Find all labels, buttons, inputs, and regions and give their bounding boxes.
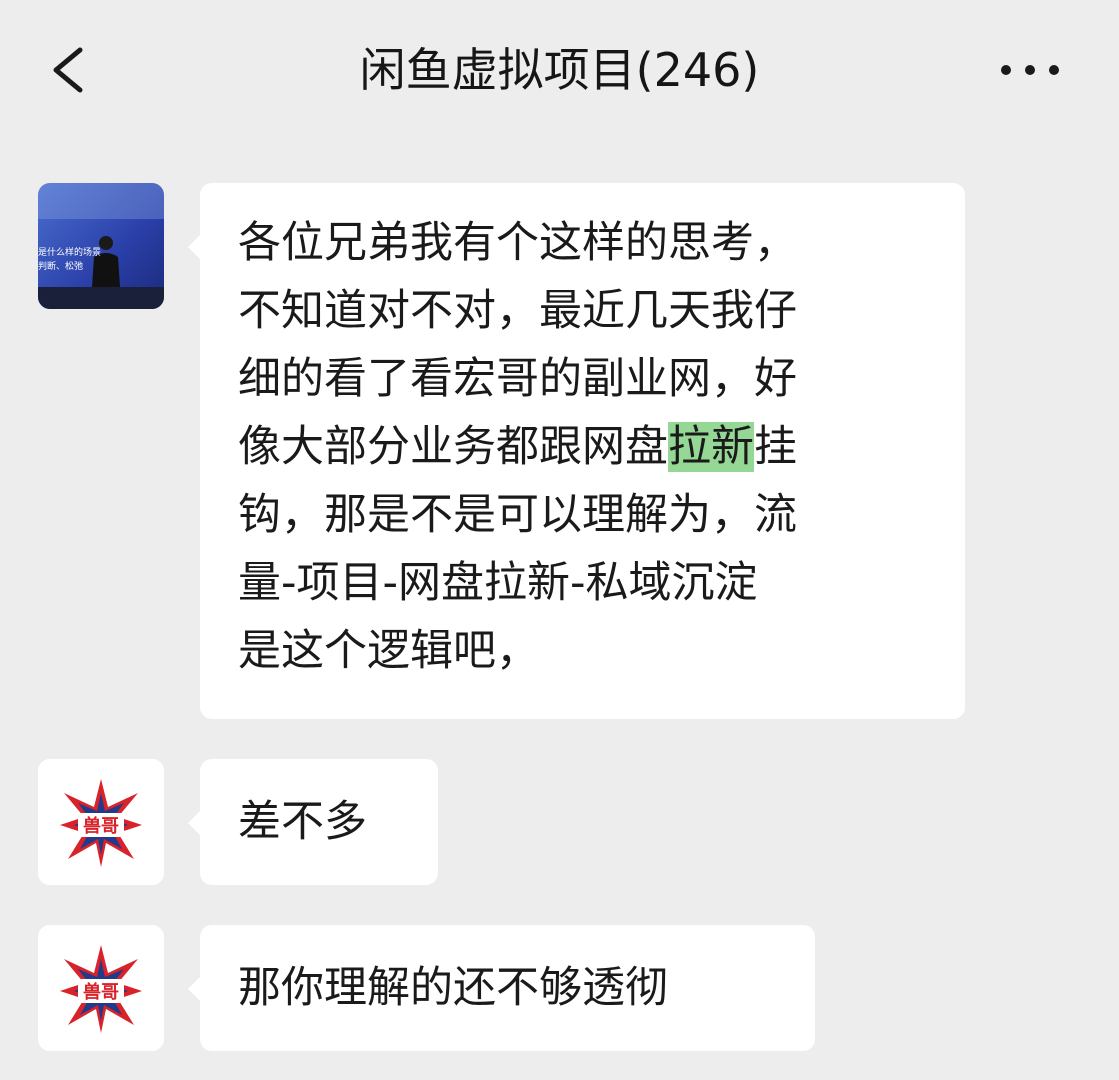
svg-text:判断、松弛: 判断、松弛 [38,260,83,272]
highlighted-text: 拉新 [668,422,754,472]
message-text: 像大部分业务都跟网盘 [238,422,668,472]
more-horizontal-icon [1001,65,1059,75]
message-line: 是这个逻辑吧， [238,626,539,676]
message-line: 钩，那是不是可以理解为，流 [238,490,797,540]
avatar-photo: 是什么样的场景 判断、松弛 [38,183,164,309]
svg-text:是什么样的场景: 是什么样的场景 [38,246,101,258]
message-line: 像大部分业务都跟网盘拉新挂 [238,413,797,481]
avatar[interactable]: 兽哥 [38,925,164,1051]
avatar[interactable]: 兽哥 [38,759,164,885]
chevron-left-icon [53,47,83,93]
message-bubble[interactable]: 那你理解的还不够透彻 [188,925,815,1051]
avatar[interactable]: 是什么样的场景 判断、松弛 [38,183,164,309]
message-text: 挂 [754,422,797,472]
chat-title: 闲鱼虚拟项目(246) [359,43,760,97]
message-text: 差不多 [238,797,367,847]
beast-logo-icon: 兽哥 [38,759,164,885]
message-text: 那你理解的还不够透彻 [238,963,668,1013]
beast-logo-icon: 兽哥 [38,925,164,1051]
message-bubble[interactable]: 各位兄弟我有个这样的思考， 不知道对不对，最近几天我仔 细的看了看宏哥的副业网，… [188,183,965,719]
chat-header: 闲鱼虚拟项目(246) [0,0,1119,140]
more-button[interactable] [990,50,1070,90]
message-line: 细的看了看宏哥的副业网，好 [238,354,797,404]
message-line: 量-项目-网盘拉新-私域沉淀 [238,558,758,608]
back-button[interactable] [38,30,108,110]
svg-text:兽哥: 兽哥 [83,815,119,837]
message-line: 各位兄弟我有个这样的思考， [238,218,797,268]
message-line: 不知道对不对，最近几天我仔 [238,286,797,336]
message-bubble[interactable]: 差不多 [188,759,438,885]
svg-text:兽哥: 兽哥 [83,981,119,1003]
